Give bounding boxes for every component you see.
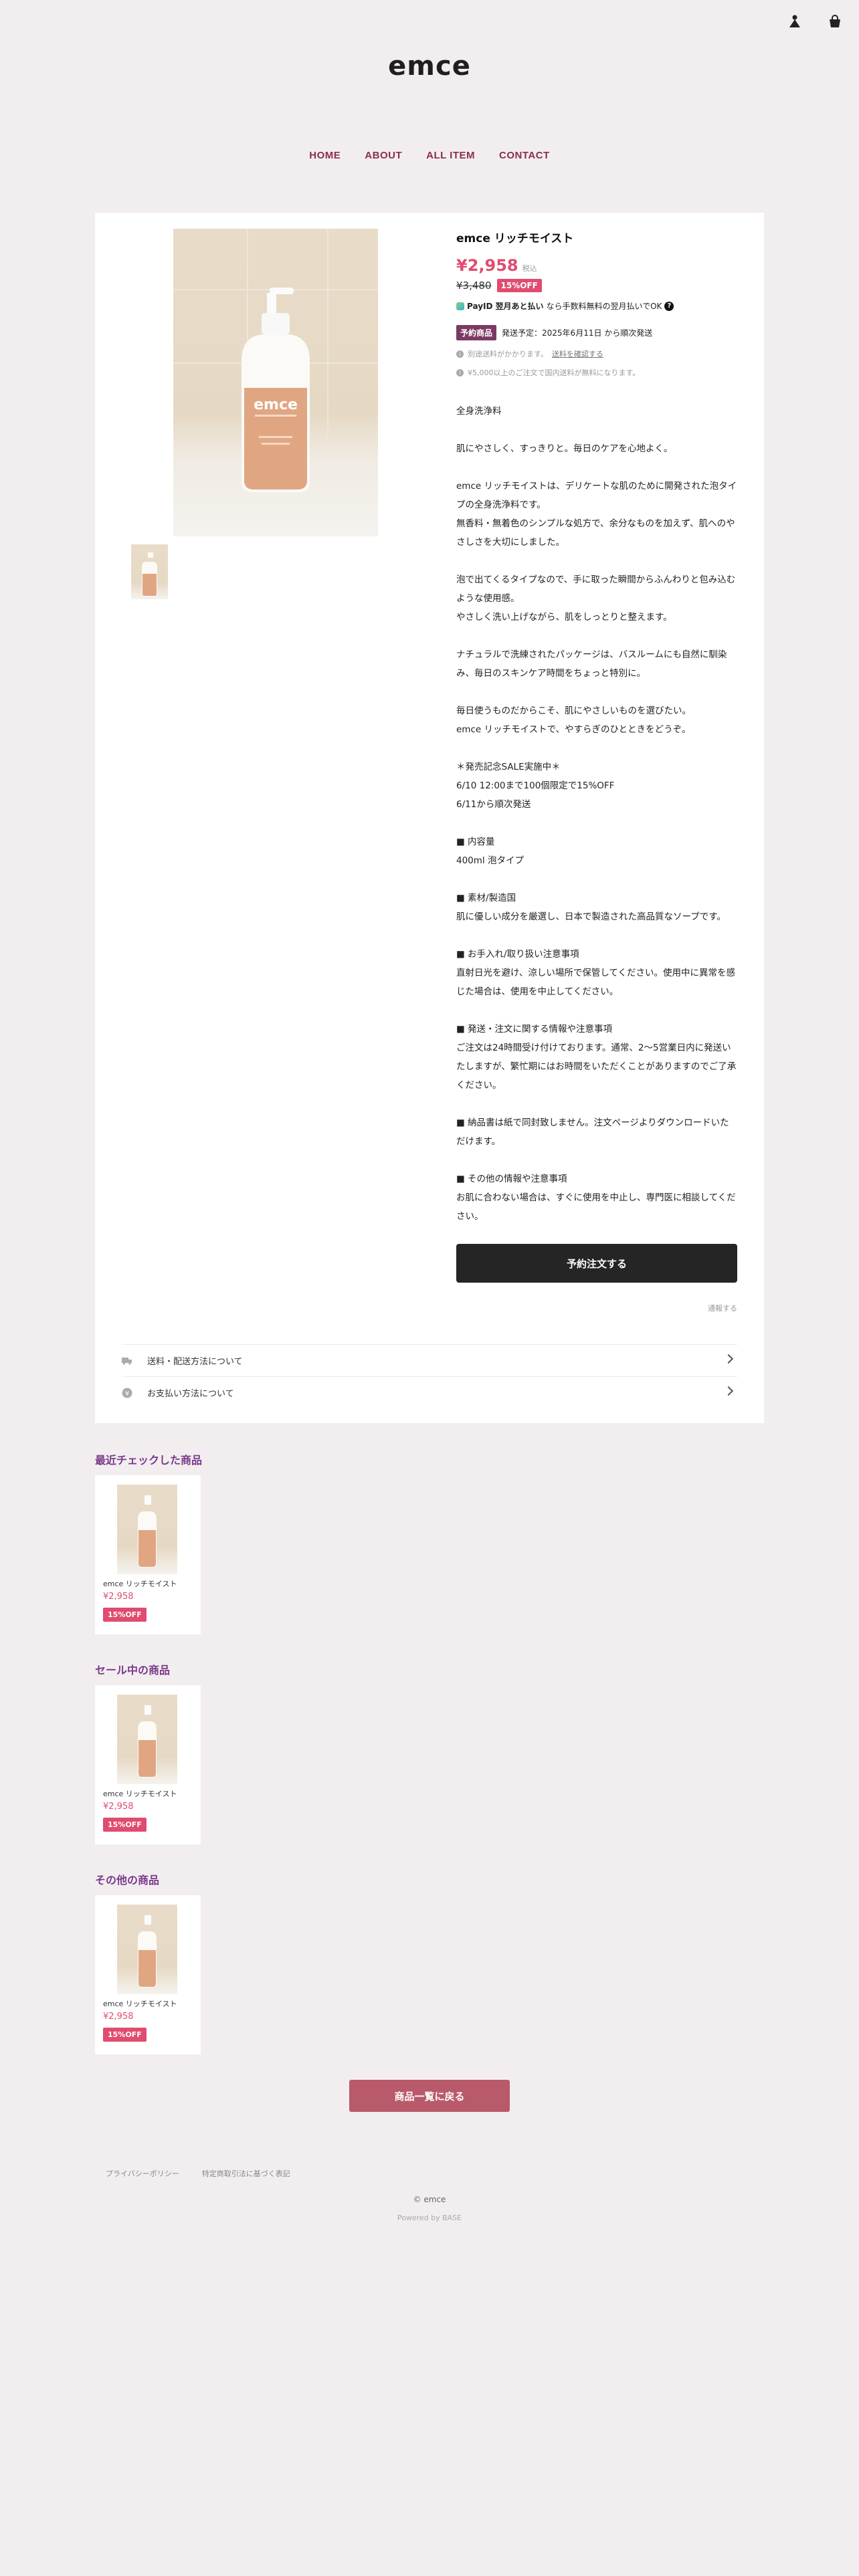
payid-banner[interactable]: PayID 翌月あと払い なら手数料無料の翌月払いでOK ? (456, 300, 737, 312)
nav-contact[interactable]: CONTACT (499, 150, 550, 161)
product-card-name: emce リッチモイスト (103, 1790, 177, 1798)
product-card-price: ¥2,958 (103, 1802, 134, 1812)
preorder-button[interactable]: 予約注文する (456, 1244, 737, 1283)
preorder-badge: 予約商品 (456, 325, 497, 340)
product-card-sale[interactable]: emce リッチモイスト ¥2,958 15%OFF (95, 1685, 201, 1844)
powered-by[interactable]: Powered by BASE (0, 2214, 859, 2222)
tax-label: 税込 (522, 264, 537, 273)
chevron-right-icon (723, 1386, 734, 1396)
product-main-image[interactable]: emce (173, 229, 378, 536)
truck-icon (122, 1356, 132, 1366)
product-card-name: emce リッチモイスト (103, 2000, 177, 2008)
free-shipping-note: i ¥5,000以上のご注文で国内送料が無料になります。 (456, 367, 737, 378)
original-price: ¥3,480 (456, 280, 492, 292)
product-card-price: ¥2,958 (103, 1592, 134, 1602)
section-title-sale: セール中の商品 (95, 1664, 171, 1677)
product-card-price: ¥2,958 (103, 2012, 134, 2022)
product-card-badge: 15%OFF (103, 2028, 147, 2042)
accordion-payment-label: お支払い方法について (147, 1389, 234, 1399)
product-info: emce リッチモイスト ¥2,958 税込 ¥3,480 15%OFF Pay… (456, 229, 737, 1226)
info-icon: i (456, 350, 464, 358)
product-card-badge: 15%OFF (103, 1818, 147, 1832)
bottle-brand: emce (254, 397, 298, 413)
shipping-note-text: 別途送料がかかります。 (468, 350, 548, 358)
product-card-recent[interactable]: emce リッチモイスト ¥2,958 15%OFF (95, 1475, 201, 1634)
product-card-image (117, 1485, 177, 1574)
free-shipping-text: ¥5,000以上のご注文で国内送料が無料になります。 (468, 368, 640, 377)
yen-icon: ¥ (122, 1388, 132, 1398)
product-price: ¥2,958 (456, 256, 518, 275)
nav-all-item[interactable]: ALL ITEM (426, 150, 475, 161)
product-card-name: emce リッチモイスト (103, 1580, 177, 1588)
payid-logo-icon (456, 302, 464, 310)
chevron-right-icon (723, 1354, 734, 1364)
shipping-note: i 別途送料がかかります。 送料を確認する (456, 348, 737, 359)
accordion-shipping-label: 送料・配送方法について (147, 1357, 243, 1367)
shipping-fee-link[interactable]: 送料を確認する (552, 348, 603, 359)
copyright: © emce (413, 2195, 446, 2204)
legal-notice-link[interactable]: 特定商取引法に基づく表記 (202, 2168, 290, 2179)
payid-bold-text: 翌月あと払い (495, 302, 544, 311)
privacy-policy-link[interactable]: プライバシーポリシー (106, 2168, 179, 2179)
nav-about[interactable]: ABOUT (365, 150, 402, 161)
section-title-recent: 最近チェックした商品 (95, 1454, 203, 1467)
payid-brand: PayID (467, 301, 493, 311)
price-row: ¥2,958 税込 (456, 256, 737, 275)
main-nav: HOME ABOUT ALL ITEM CONTACT (0, 150, 859, 161)
product-title: emce リッチモイスト (456, 232, 574, 245)
accordion-payment[interactable]: ¥ お支払い方法について (122, 1376, 737, 1408)
back-to-list-button[interactable]: 商品一覧に戻る (349, 2080, 510, 2112)
discount-badge: 15%OFF (496, 279, 542, 292)
cart-icon[interactable] (827, 13, 843, 29)
product-card-badge: 15%OFF (103, 1608, 147, 1622)
product-card-image (117, 1905, 177, 1994)
preorder-text: 発送予定：2025年6月11日 から順次発送 (502, 328, 653, 338)
user-icon[interactable] (787, 13, 803, 29)
discount-row: ¥3,480 15%OFF (456, 279, 737, 292)
header-icons (787, 13, 843, 29)
accordion-shipping[interactable]: 送料・配送方法について (122, 1344, 737, 1376)
product-description: 全身洗浄料 肌にやさしく、すっきりと。毎日のケアを心地よく。 emce リッチモ… (456, 406, 737, 1222)
footer-links: プライバシーポリシー 特定商取引法に基づく表記 (106, 2168, 290, 2179)
help-icon[interactable]: ? (664, 301, 674, 311)
payid-text: なら手数料無料の翌月払いでOK (546, 302, 662, 311)
product-thumbnail[interactable] (131, 544, 168, 599)
site-logo[interactable]: emce (0, 51, 859, 82)
report-link[interactable]: 通報する (708, 1303, 737, 1313)
preorder-row: 予約商品 発送予定：2025年6月11日 から順次発送 (456, 325, 737, 340)
svg-text:¥: ¥ (125, 1390, 129, 1398)
nav-home[interactable]: HOME (309, 150, 341, 161)
info-icon: i (456, 368, 464, 377)
section-title-other: その他の商品 (95, 1874, 160, 1887)
product-card-other[interactable]: emce リッチモイスト ¥2,958 15%OFF (95, 1895, 201, 2054)
product-card-image (117, 1695, 177, 1784)
product-card: emce emce リッチモイスト ¥2,958 税込 ¥3,480 15%OF… (95, 213, 764, 1423)
